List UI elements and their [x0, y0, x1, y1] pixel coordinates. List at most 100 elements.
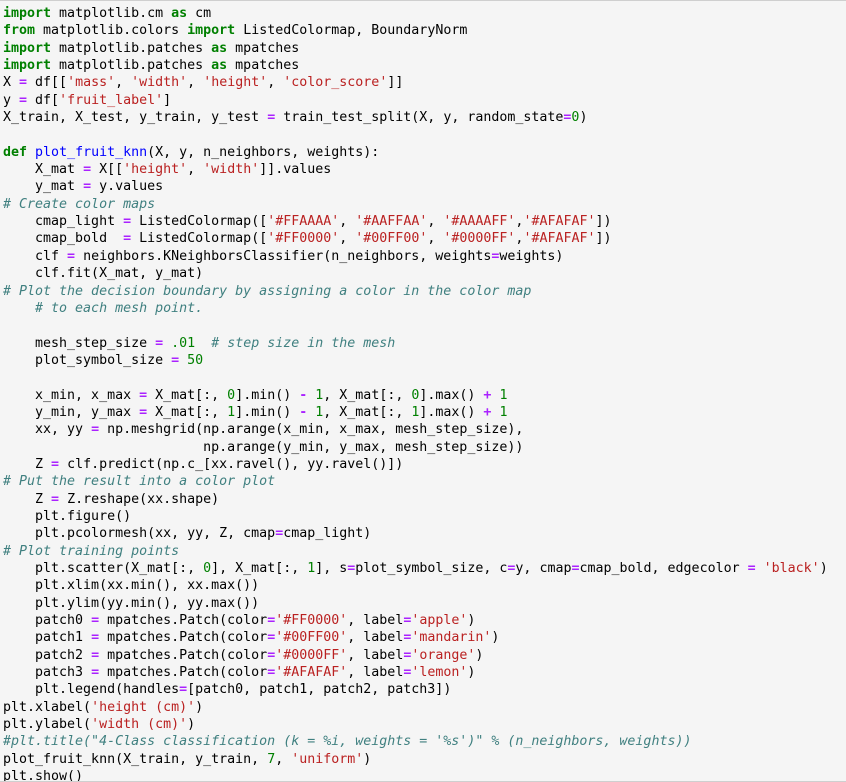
code-line: # to each mesh point.	[3, 300, 846, 317]
code-line: # Create color maps	[3, 196, 846, 213]
code-token-p: ]].values	[259, 162, 332, 178]
code-token-p: (X, y, n_neighbors, weights):	[147, 144, 380, 160]
code-line: patch1 = mpatches.Patch(color='#00FF00',…	[3, 629, 846, 646]
code-token-s: 'apple'	[411, 613, 468, 629]
code-token-k: import	[3, 58, 52, 74]
code-token-p: np.meshgrid(np.arange(x_min, x_max, mesh…	[99, 422, 524, 438]
code-token-n: 0	[227, 387, 236, 403]
code-token-p: )	[467, 613, 476, 629]
code-line: # Put the result into a color plot	[3, 473, 846, 490]
code-token-p: patch0	[3, 613, 92, 629]
code-token-o: =	[83, 179, 92, 195]
code-token-p: mpatches	[227, 58, 300, 74]
code-token-s: '#0000FF'	[443, 231, 516, 247]
code-token-p: [patch0, patch1, patch2, patch3])	[187, 682, 452, 698]
code-token-p: plt.xlabel(	[3, 699, 92, 715]
code-line: plt.xlabel('height (cm)')	[3, 699, 846, 716]
code-line: xx, yy = np.meshgrid(np.arange(x_min, x_…	[3, 421, 846, 438]
code-token-p: mpatches.Patch(color	[99, 613, 268, 629]
code-line: import matplotlib.cm as cm	[3, 5, 846, 22]
code-token-o: =	[747, 561, 756, 576]
code-token-s: 'fruit_label'	[59, 92, 164, 108]
code-token-o: =	[275, 526, 284, 542]
code-token-p: matplotlib.cm	[51, 6, 172, 21]
code-line: plot_fruit_knn(X_train, y_train, 7, 'uni…	[3, 751, 846, 768]
code-token-s: '#FFAAAA'	[267, 214, 340, 230]
code-token-o: =	[51, 491, 60, 507]
code-line: Z = clf.predict(np.c_[xx.ravel(), yy.rav…	[3, 456, 846, 473]
code-token-p: mpatches.Patch(color	[99, 647, 268, 663]
code-token-o: =	[19, 92, 28, 108]
code-token-s: 'mass'	[67, 75, 116, 91]
code-token-p: )	[195, 699, 204, 715]
code-line: plt.ylim(yy.min(), yy.max())	[3, 595, 846, 612]
code-token-p: y_min, y_max	[3, 404, 140, 420]
code-token-o: =	[67, 248, 76, 264]
code-token-p: clf	[3, 248, 68, 264]
code-token-p: mpatches.Patch(color	[99, 665, 268, 681]
code-token-s: '#AAFFAA'	[355, 214, 428, 230]
code-line: patch3 = mpatches.Patch(color='#AFAFAF',…	[3, 664, 846, 681]
code-token-p: matplotlib.patches	[51, 40, 212, 56]
code-line: import matplotlib.patches as mpatches	[3, 40, 846, 57]
code-token-n: 0	[203, 561, 212, 576]
code-token-p	[179, 353, 187, 368]
code-token-s: 'height'	[203, 75, 268, 91]
code-token-p: ])	[595, 231, 612, 247]
code-token-p: cmap_light)	[283, 526, 372, 542]
code-token-p: mesh_step_size	[3, 335, 156, 351]
code-token-p: clf.predict(np.c_[xx.ravel(), yy.ravel()…	[59, 456, 404, 472]
code-token-p: xx, yy	[3, 422, 92, 438]
code-token-p: patch3	[3, 665, 92, 681]
code-token-s: 'width'	[203, 162, 260, 178]
code-line: plt.xlim(xx.min(), xx.max())	[3, 577, 846, 594]
code-token-p: mpatches.Patch(color	[99, 630, 268, 646]
code-token-o: =	[91, 422, 100, 438]
code-token-o: =	[51, 456, 60, 472]
code-token-p: )	[363, 751, 372, 767]
code-token-c: # Create color maps	[3, 196, 156, 212]
code-token-p: clf.fit(X_mat, y_mat)	[3, 266, 204, 282]
code-line: np.arange(y_min, y_max, mesh_step_size))	[3, 439, 846, 456]
code-token-p: cmap_light	[3, 214, 124, 230]
code-token-p: ]	[163, 92, 172, 108]
code-token-p: df[	[27, 92, 60, 108]
code-line: from matplotlib.colors import ListedColo…	[3, 22, 846, 39]
code-token-p: Z.reshape(xx.shape)	[59, 491, 220, 507]
code-line: ​	[3, 369, 846, 386]
code-token-o: =	[19, 75, 28, 91]
code-token-k: def	[3, 144, 28, 160]
code-line: # Plot the decision boundary by assignin…	[3, 283, 846, 300]
code-line: # Plot training points	[3, 543, 846, 560]
code-token-p: X_mat[:,	[147, 404, 228, 420]
code-token-p: X[[	[91, 162, 124, 178]
code-token-p: , label	[347, 647, 404, 663]
code-token-fn: plot_fruit_knn	[35, 144, 148, 160]
code-token-k: import	[187, 23, 236, 39]
code-token-p: , label	[347, 613, 404, 629]
code-token-o: =	[171, 352, 180, 368]
code-line: patch2 = mpatches.Patch(color='#0000FF',…	[3, 647, 846, 664]
code-token-o: =	[91, 630, 100, 646]
code-line: X = df[['mass', 'width', 'height', 'colo…	[3, 74, 846, 91]
code-token-p: X_train, X_test, y_train, y_test	[3, 110, 268, 126]
code-token-n: 7	[267, 751, 276, 767]
code-token-p: plt.legend(handles	[3, 682, 180, 698]
code-token-p: )	[475, 647, 484, 663]
code-token-p: , label	[347, 665, 404, 681]
code-line: y = df['fruit_label']	[3, 92, 846, 109]
code-token-s: 'height (cm)'	[91, 699, 196, 715]
code-source[interactable]: import matplotlib.cm as cm from matplotli…	[3, 5, 846, 781]
code-cell[interactable]: import matplotlib.cm as cm from matplotli…	[0, 0, 846, 782]
code-token-p: train_test_split(X, y, random_state	[275, 110, 564, 126]
code-line: Z = Z.reshape(xx.shape)	[3, 491, 846, 508]
code-token-p: ], X_mat[:,	[211, 561, 308, 576]
code-token-p: neighbors.KNeighborsClassifier(n_neighbo…	[75, 248, 492, 264]
code-token-k: import	[3, 40, 52, 56]
code-token-s: '#AFAFAF'	[275, 665, 348, 681]
code-token-p: ,	[115, 75, 132, 91]
code-token-p: X_mat[:,	[147, 387, 228, 403]
code-line: ​	[3, 317, 846, 334]
code-token-c: # Plot the decision boundary by assignin…	[3, 283, 532, 299]
code-token-p: y.values	[91, 179, 164, 195]
